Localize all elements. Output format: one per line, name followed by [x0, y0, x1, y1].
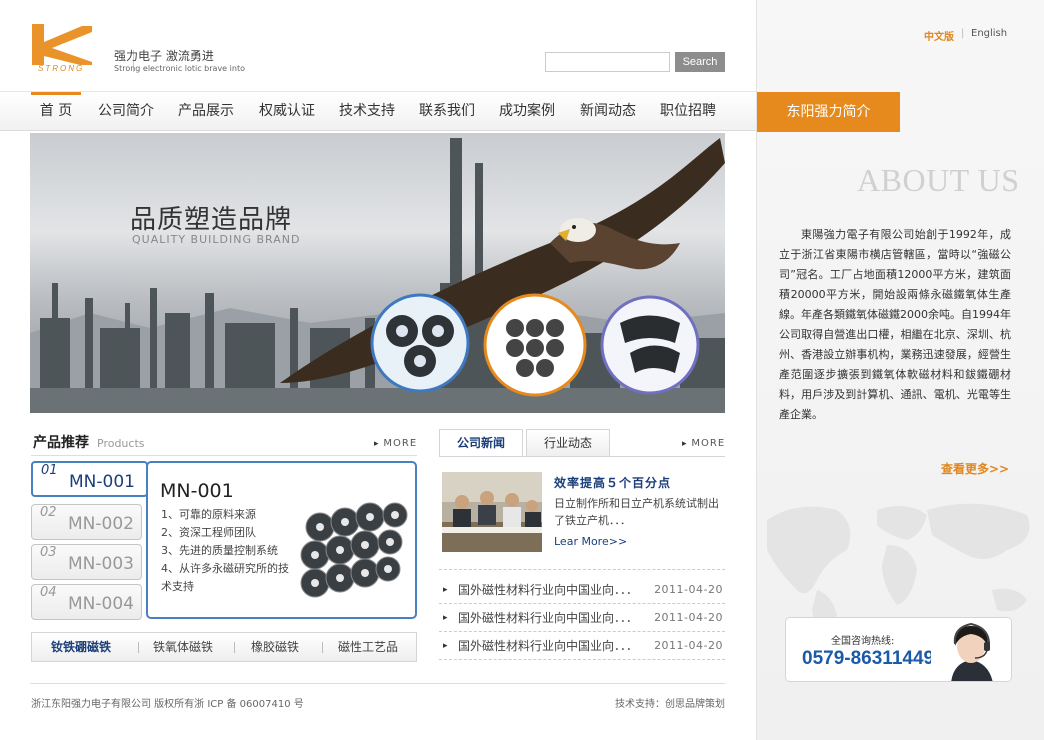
news-divider	[439, 631, 725, 632]
product-tab-code: MN-002	[68, 514, 134, 534]
products-more-link[interactable]: MORE	[374, 438, 417, 449]
products-section-title-en: Products	[97, 437, 145, 450]
hotline-box[interactable]: 全国咨询热线: 0579-86311449	[785, 617, 1012, 682]
category-crafts[interactable]: 磁性工艺品	[338, 633, 398, 661]
category-divider	[234, 642, 235, 653]
product-image[interactable]	[290, 487, 410, 611]
main-nav: 首 页 公司简介 产品展示 权威认证 技术支持 联系我们 成功案例 新闻动态 职…	[0, 91, 756, 131]
news-list-item[interactable]: ▸ 国外磁性材料行业向中国业向．．． 2011-04-20	[443, 580, 723, 600]
site-logo[interactable]: STRONG 强力电子 激流勇进 Strong electronic lotic…	[30, 18, 245, 74]
news-divider	[439, 603, 725, 604]
product-feature: 3、先进的质量控制系统	[161, 544, 278, 557]
banner-subtitle: QUALITY BUILDING BRAND	[132, 233, 301, 246]
news-item-date: 2011-04-20	[654, 639, 723, 652]
main-column: STRONG 强力电子 激流勇进 Strong electronic lotic…	[0, 0, 756, 740]
logo-slogan-cn: 强力电子 激流勇进	[114, 49, 214, 63]
about-tab[interactable]: 东阳强力简介	[757, 92, 900, 132]
nav-item-news[interactable]: 新闻动态	[578, 92, 638, 130]
product-tab-number: 01	[41, 463, 58, 478]
footer-copyright: 浙江东阳强力电子有限公司 版权所有浙 ICP 备 06007410 号	[31, 699, 304, 710]
footer-divider	[30, 683, 725, 684]
products-section-title: 产品推荐	[33, 435, 89, 451]
news-photo[interactable]	[442, 472, 542, 552]
search-input[interactable]	[545, 52, 670, 72]
product-tab-2[interactable]: 02 MN-002	[31, 504, 142, 540]
tab-company-news[interactable]: 公司新闻	[439, 429, 523, 457]
nav-item-contact[interactable]: 联系我们	[417, 92, 477, 130]
news-more-link[interactable]: MORE	[682, 438, 725, 449]
about-text: 東陽強力電子有限公司始創于1992年，成立于浙江省東陽市横店管轄區，當時以“強磁…	[779, 228, 1011, 421]
hotline-label: 全国咨询热线:	[831, 636, 895, 647]
banner-illustration	[30, 138, 725, 413]
bullet-arrow-icon: ▸	[443, 585, 448, 595]
news-divider	[439, 659, 725, 660]
search-button[interactable]: Search	[675, 52, 725, 72]
news-item-title: 国外磁性材料行业向中国业向．．．	[458, 639, 639, 653]
news-list-item[interactable]: ▸ 国外磁性材料行业向中国业向．．． 2011-04-20	[443, 636, 723, 656]
lang-chinese-link[interactable]: 中文版	[924, 28, 954, 43]
customer-service-avatar	[931, 618, 1011, 681]
product-feature: 2、资深工程师团队	[161, 526, 256, 539]
news-item-title: 国外磁性材料行业向中国业向．．．	[458, 583, 639, 597]
category-divider	[138, 642, 139, 653]
nav-item-certification[interactable]: 权威认证	[257, 92, 317, 130]
about-us-heading: ABOUT US	[857, 162, 1020, 198]
product-tab-3[interactable]: 03 MN-003	[31, 544, 142, 580]
product-tab-number: 02	[40, 505, 57, 520]
product-name: MN-001	[160, 480, 234, 502]
about-sidebar: 中文版 | English 东阳强力简介 ABOUT US 東陽強力電子有限公司…	[756, 0, 1044, 740]
svg-text:STRONG: STRONG	[38, 64, 84, 72]
see-more-link[interactable]: 查看更多>>	[941, 460, 1009, 477]
category-rubber[interactable]: 橡胶磁铁	[251, 633, 299, 661]
bullet-arrow-icon: ▸	[443, 641, 448, 651]
news-tab-underline	[439, 456, 725, 457]
product-category-bar: 钕铁硼磁铁 铁氧体磁铁 橡胶磁铁 磁性工艺品	[31, 632, 417, 662]
category-divider	[322, 642, 323, 653]
news-item-title: 国外磁性材料行业向中国业向．．．	[458, 611, 639, 625]
nav-item-jobs[interactable]: 职位招聘	[658, 92, 718, 130]
product-tab-code: MN-004	[68, 594, 134, 614]
product-feature: 1、可靠的原料来源	[161, 508, 256, 521]
news-headline-desc: 日立制作所和日立产机系统试制出了铁立产机．．．	[554, 497, 719, 527]
hero-banner[interactable]: 品质塑造品牌 QUALITY BUILDING BRAND	[30, 133, 725, 413]
product-feature: 4、从许多永磁研究所的技术支持	[161, 562, 289, 593]
footer-support[interactable]: 技术支持：创思品牌策划	[615, 695, 725, 710]
product-tab-4[interactable]: 04 MN-004	[31, 584, 142, 620]
lang-separator: |	[961, 28, 965, 39]
logo-slogan-en: Strong electronic lotic brave into	[114, 64, 245, 73]
news-item-date: 2011-04-20	[654, 611, 723, 624]
news-headline[interactable]: 效率提高５个百分点	[554, 474, 671, 491]
product-detail-panel: MN-001 1、可靠的原料来源 2、资深工程师团队 3、先进的质量控制系统 4…	[146, 461, 417, 619]
lang-english-link[interactable]: English	[971, 28, 1007, 39]
news-item-date: 2011-04-20	[654, 583, 723, 596]
category-ndfeb[interactable]: 钕铁硼磁铁	[51, 633, 111, 661]
product-tab-code: MN-001	[69, 472, 135, 492]
learn-more-link[interactable]: Lear More>>	[554, 535, 627, 548]
banner-title: 品质塑造品牌	[130, 205, 293, 235]
bullet-arrow-icon: ▸	[443, 613, 448, 623]
nav-item-support[interactable]: 技术支持	[337, 92, 397, 130]
news-list-item[interactable]: ▸ 国外磁性材料行业向中国业向．．． 2011-04-20	[443, 608, 723, 628]
nav-item-products[interactable]: 产品展示	[176, 92, 236, 130]
meeting-photo	[442, 472, 542, 552]
hotline-number: 0579-86311449	[802, 648, 935, 669]
product-tab-number: 04	[40, 585, 57, 600]
product-tab-code: MN-003	[68, 554, 134, 574]
product-tab-number: 03	[40, 545, 57, 560]
product-tab-1[interactable]: 01 MN-001	[31, 461, 148, 497]
category-ferrite[interactable]: 铁氧体磁铁	[153, 633, 213, 661]
tab-industry-news[interactable]: 行业动态	[526, 429, 610, 457]
news-divider	[439, 569, 725, 570]
products-divider	[31, 455, 417, 456]
nav-item-home[interactable]: 首 页	[31, 92, 81, 130]
nav-item-cases[interactable]: 成功案例	[497, 92, 557, 130]
logo-mark-icon: STRONG	[30, 24, 96, 72]
nav-item-company[interactable]: 公司简介	[96, 92, 156, 130]
